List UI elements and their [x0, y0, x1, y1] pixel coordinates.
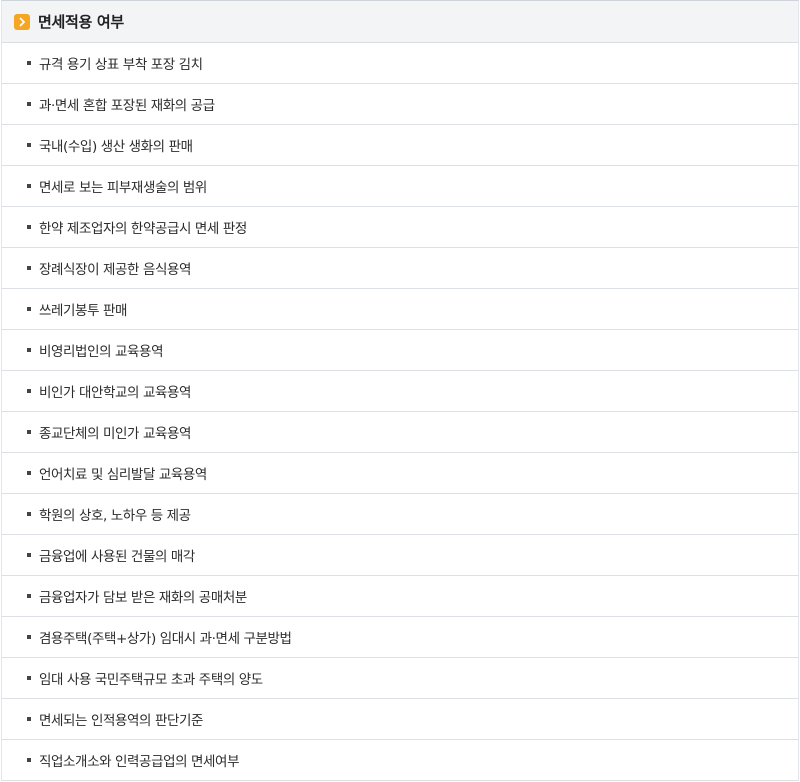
list-item-label[interactable]: 종교단체의 미인가 교육용역	[39, 422, 191, 442]
bullet-icon	[27, 676, 31, 680]
list-item-label[interactable]: 언어치료 및 심리발달 교육용역	[39, 463, 207, 483]
bullet-icon	[27, 102, 31, 106]
bullet-icon	[27, 717, 31, 721]
bullet-icon	[27, 471, 31, 475]
list-item[interactable]: 과·면세 혼합 포장된 재화의 공급	[2, 84, 798, 125]
bullet-icon	[27, 266, 31, 270]
list-item-label[interactable]: 금융업에 사용된 건물의 매각	[39, 545, 195, 565]
bullet-icon	[27, 430, 31, 434]
list-item-label[interactable]: 규격 용기 상표 부착 포장 김치	[39, 53, 203, 73]
list-item-label[interactable]: 과·면세 혼합 포장된 재화의 공급	[39, 94, 215, 114]
bullet-icon	[27, 594, 31, 598]
bullet-icon	[27, 143, 31, 147]
bullet-icon	[27, 512, 31, 516]
list-item-label[interactable]: 비인가 대안학교의 교육용역	[39, 381, 191, 401]
list-item[interactable]: 언어치료 및 심리발달 교육용역	[2, 453, 798, 494]
list-item[interactable]: 금융업자가 담보 받은 재화의 공매처분	[2, 576, 798, 617]
list-item-label[interactable]: 직업소개소와 인력공급업의 면세여부	[39, 750, 240, 770]
list-item[interactable]: 쓰레기봉투 판매	[2, 289, 798, 330]
list-item[interactable]: 면세되는 인적용역의 판단기준	[2, 699, 798, 740]
bullet-icon	[27, 184, 31, 188]
bullet-icon	[27, 307, 31, 311]
list-item-label[interactable]: 면세로 보는 피부재생술의 범위	[39, 176, 207, 196]
chevron-right-icon	[14, 13, 30, 30]
bullet-icon	[27, 389, 31, 393]
list-item[interactable]: 비영리법인의 교육용역	[2, 330, 798, 371]
list-item-label[interactable]: 장례식장이 제공한 음식용역	[39, 258, 191, 278]
list-item-label[interactable]: 학원의 상호, 노하우 등 제공	[39, 504, 191, 524]
bullet-icon	[27, 225, 31, 229]
list-item-label[interactable]: 비영리법인의 교육용역	[39, 340, 163, 360]
list-item[interactable]: 학원의 상호, 노하우 등 제공	[2, 494, 798, 535]
list-item[interactable]: 비인가 대안학교의 교육용역	[2, 371, 798, 412]
panel-title: 면세적용 여부	[38, 13, 124, 31]
list-item[interactable]: 종교단체의 미인가 교육용역	[2, 412, 798, 453]
list-item-label[interactable]: 금융업자가 담보 받은 재화의 공매처분	[39, 586, 247, 606]
list-item[interactable]: 장례식장이 제공한 음식용역	[2, 248, 798, 289]
list-item[interactable]: 직업소개소와 인력공급업의 면세여부	[2, 740, 798, 781]
bullet-icon	[27, 348, 31, 352]
list-item[interactable]: 규격 용기 상표 부착 포장 김치	[2, 43, 798, 84]
list-item[interactable]: 임대 사용 국민주택규모 초과 주택의 양도	[2, 658, 798, 699]
list-item-label[interactable]: 국내(수입) 생산 생화의 판매	[39, 135, 193, 155]
list-item[interactable]: 국내(수입) 생산 생화의 판매	[2, 125, 798, 166]
panel-header: 면세적용 여부	[2, 1, 798, 43]
list-item-label[interactable]: 한약 제조업자의 한약공급시 면세 판정	[39, 217, 247, 237]
bullet-icon	[27, 61, 31, 65]
list-item[interactable]: 면세로 보는 피부재생술의 범위	[2, 166, 798, 207]
tax-exemption-panel: 면세적용 여부 규격 용기 상표 부착 포장 김치 과·면세 혼합 포장된 재화…	[1, 0, 799, 781]
list-item-label[interactable]: 임대 사용 국민주택규모 초과 주택의 양도	[39, 668, 263, 688]
bullet-icon	[27, 553, 31, 557]
bullet-icon	[27, 635, 31, 639]
list-item-label[interactable]: 면세되는 인적용역의 판단기준	[39, 709, 203, 729]
list-item[interactable]: 한약 제조업자의 한약공급시 면세 판정	[2, 207, 798, 248]
list-item[interactable]: 겸용주택(주택+상가) 임대시 과·면세 구분방법	[2, 617, 798, 658]
topic-list: 규격 용기 상표 부착 포장 김치 과·면세 혼합 포장된 재화의 공급 국내(…	[2, 43, 798, 781]
bullet-icon	[27, 758, 31, 762]
list-item[interactable]: 금융업에 사용된 건물의 매각	[2, 535, 798, 576]
list-item-label[interactable]: 쓰레기봉투 판매	[39, 299, 127, 319]
list-item-label[interactable]: 겸용주택(주택+상가) 임대시 과·면세 구분방법	[39, 627, 292, 647]
